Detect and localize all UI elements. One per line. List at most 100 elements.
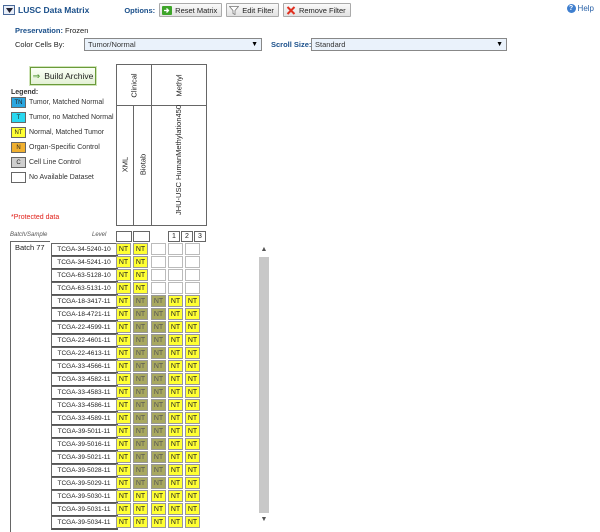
matrix-cell[interactable]: NT <box>168 347 183 359</box>
matrix-cell[interactable]: NT <box>185 490 200 502</box>
matrix-cell[interactable]: NT <box>116 503 131 515</box>
sample-id[interactable]: TCGA-39-5029-11 <box>51 477 118 491</box>
matrix-cell[interactable]: NT <box>168 321 183 333</box>
matrix-cell[interactable]: NT <box>116 295 131 307</box>
sample-id[interactable]: TCGA-39-5030-11 <box>51 490 118 504</box>
matrix-cell[interactable]: NT <box>185 516 200 528</box>
matrix-cell[interactable]: NT <box>116 438 131 450</box>
matrix-cell[interactable]: NT <box>168 451 183 463</box>
matrix-cell[interactable]: NT <box>116 490 131 502</box>
sample-id[interactable]: TCGA-33-4566-11 <box>51 360 118 374</box>
matrix-cell[interactable]: NT <box>185 451 200 463</box>
sample-id[interactable]: TCGA-22-4613-11 <box>51 347 118 361</box>
matrix-cell[interactable]: NT <box>185 412 200 424</box>
matrix-cell[interactable]: NT <box>185 360 200 372</box>
matrix-cell[interactable]: NT <box>133 360 148 372</box>
matrix-cell[interactable]: NT <box>116 425 131 437</box>
matrix-cell[interactable]: NT <box>151 503 166 515</box>
matrix-cell[interactable]: NT <box>116 347 131 359</box>
matrix-cell[interactable]: NT <box>168 334 183 346</box>
matrix-cell[interactable]: NT <box>151 464 166 476</box>
matrix-cell[interactable]: NT <box>185 425 200 437</box>
matrix-cell[interactable]: NT <box>151 425 166 437</box>
scroll-size-select[interactable]: Standard ▼ <box>311 38 507 51</box>
matrix-cell[interactable]: NT <box>185 334 200 346</box>
matrix-cell[interactable]: NT <box>116 334 131 346</box>
matrix-cell[interactable]: NT <box>185 399 200 411</box>
remove-filter-button[interactable]: Remove Filter <box>282 3 351 17</box>
matrix-cell[interactable]: NT <box>151 477 166 489</box>
matrix-cell[interactable]: NT <box>168 490 183 502</box>
matrix-scrollbar[interactable]: ▲ ▼ <box>259 245 269 523</box>
matrix-cell[interactable]: NT <box>133 425 148 437</box>
matrix-cell[interactable]: NT <box>116 464 131 476</box>
matrix-cell[interactable]: NT <box>116 451 131 463</box>
sample-id[interactable]: TCGA-22-4599-11 <box>51 321 118 335</box>
scroll-down-icon[interactable]: ▼ <box>260 515 268 523</box>
matrix-cell[interactable]: NT <box>133 256 148 268</box>
matrix-cell[interactable]: NT <box>133 477 148 489</box>
build-archive-button[interactable]: ⇒ Build Archive <box>30 67 96 85</box>
matrix-cell[interactable]: NT <box>185 321 200 333</box>
sample-id[interactable]: TCGA-34-5241-10 <box>51 256 118 270</box>
matrix-cell[interactable]: NT <box>168 360 183 372</box>
sample-id[interactable]: TCGA-18-3417-11 <box>51 295 118 309</box>
matrix-cell[interactable]: NT <box>185 308 200 320</box>
matrix-cell[interactable]: NT <box>168 503 183 515</box>
color-cells-select[interactable]: Tumor/Normal ▼ <box>84 38 262 51</box>
matrix-cell[interactable]: NT <box>168 438 183 450</box>
matrix-cell[interactable]: NT <box>168 477 183 489</box>
matrix-cell[interactable]: NT <box>151 386 166 398</box>
matrix-cell[interactable]: NT <box>151 360 166 372</box>
sample-id[interactable]: TCGA-39-5011-11 <box>51 425 118 439</box>
matrix-cell[interactable]: NT <box>133 490 148 502</box>
matrix-cell[interactable]: NT <box>151 334 166 346</box>
sample-id[interactable]: TCGA-63-5131-10 <box>51 282 118 296</box>
matrix-cell[interactable]: NT <box>151 373 166 385</box>
matrix-cell[interactable]: NT <box>185 386 200 398</box>
matrix-cell[interactable]: NT <box>133 412 148 424</box>
matrix-cell[interactable]: NT <box>133 516 148 528</box>
matrix-cell[interactable]: NT <box>168 412 183 424</box>
matrix-cell[interactable]: NT <box>116 373 131 385</box>
edit-filter-button[interactable]: Edit Filter <box>226 3 279 17</box>
sample-id[interactable]: TCGA-33-4582-11 <box>51 373 118 387</box>
sample-id[interactable]: TCGA-18-4721-11 <box>51 308 118 322</box>
matrix-cell[interactable]: NT <box>133 269 148 281</box>
matrix-cell[interactable]: NT <box>116 477 131 489</box>
matrix-cell[interactable]: NT <box>168 386 183 398</box>
matrix-cell[interactable]: NT <box>116 243 131 255</box>
matrix-cell[interactable]: NT <box>168 295 183 307</box>
matrix-cell[interactable]: NT <box>133 295 148 307</box>
sample-id[interactable]: TCGA-39-5028-11 <box>51 464 118 478</box>
matrix-cell[interactable]: NT <box>116 256 131 268</box>
matrix-cell[interactable]: NT <box>116 269 131 281</box>
matrix-cell[interactable]: NT <box>185 477 200 489</box>
matrix-cell[interactable]: NT <box>151 399 166 411</box>
sample-id[interactable]: TCGA-39-5016-11 <box>51 438 118 452</box>
matrix-cell[interactable]: NT <box>168 308 183 320</box>
matrix-cell[interactable]: NT <box>116 412 131 424</box>
sample-id[interactable]: TCGA-63-5128-10 <box>51 269 118 283</box>
matrix-cell[interactable]: NT <box>116 516 131 528</box>
sample-id[interactable]: TCGA-39-5031-11 <box>51 503 118 517</box>
matrix-cell[interactable]: NT <box>116 399 131 411</box>
matrix-cell[interactable]: NT <box>133 503 148 515</box>
matrix-cell[interactable]: NT <box>116 308 131 320</box>
sample-id[interactable]: TCGA-33-4583-11 <box>51 386 118 400</box>
matrix-cell[interactable]: NT <box>168 373 183 385</box>
matrix-cell[interactable]: NT <box>168 399 183 411</box>
matrix-cell[interactable]: NT <box>151 438 166 450</box>
matrix-cell[interactable]: NT <box>133 464 148 476</box>
matrix-cell[interactable]: NT <box>168 464 183 476</box>
reset-matrix-button[interactable]: Reset Matrix <box>159 3 223 17</box>
matrix-cell[interactable]: NT <box>133 386 148 398</box>
collapse-toggle-icon[interactable] <box>3 5 15 15</box>
matrix-cell[interactable]: NT <box>133 347 148 359</box>
matrix-cell[interactable]: NT <box>185 347 200 359</box>
sample-id[interactable]: TCGA-39-5021-11 <box>51 451 118 465</box>
matrix-cell[interactable]: NT <box>151 308 166 320</box>
matrix-cell[interactable]: NT <box>133 243 148 255</box>
matrix-cell[interactable]: NT <box>151 451 166 463</box>
matrix-cell[interactable]: NT <box>151 321 166 333</box>
